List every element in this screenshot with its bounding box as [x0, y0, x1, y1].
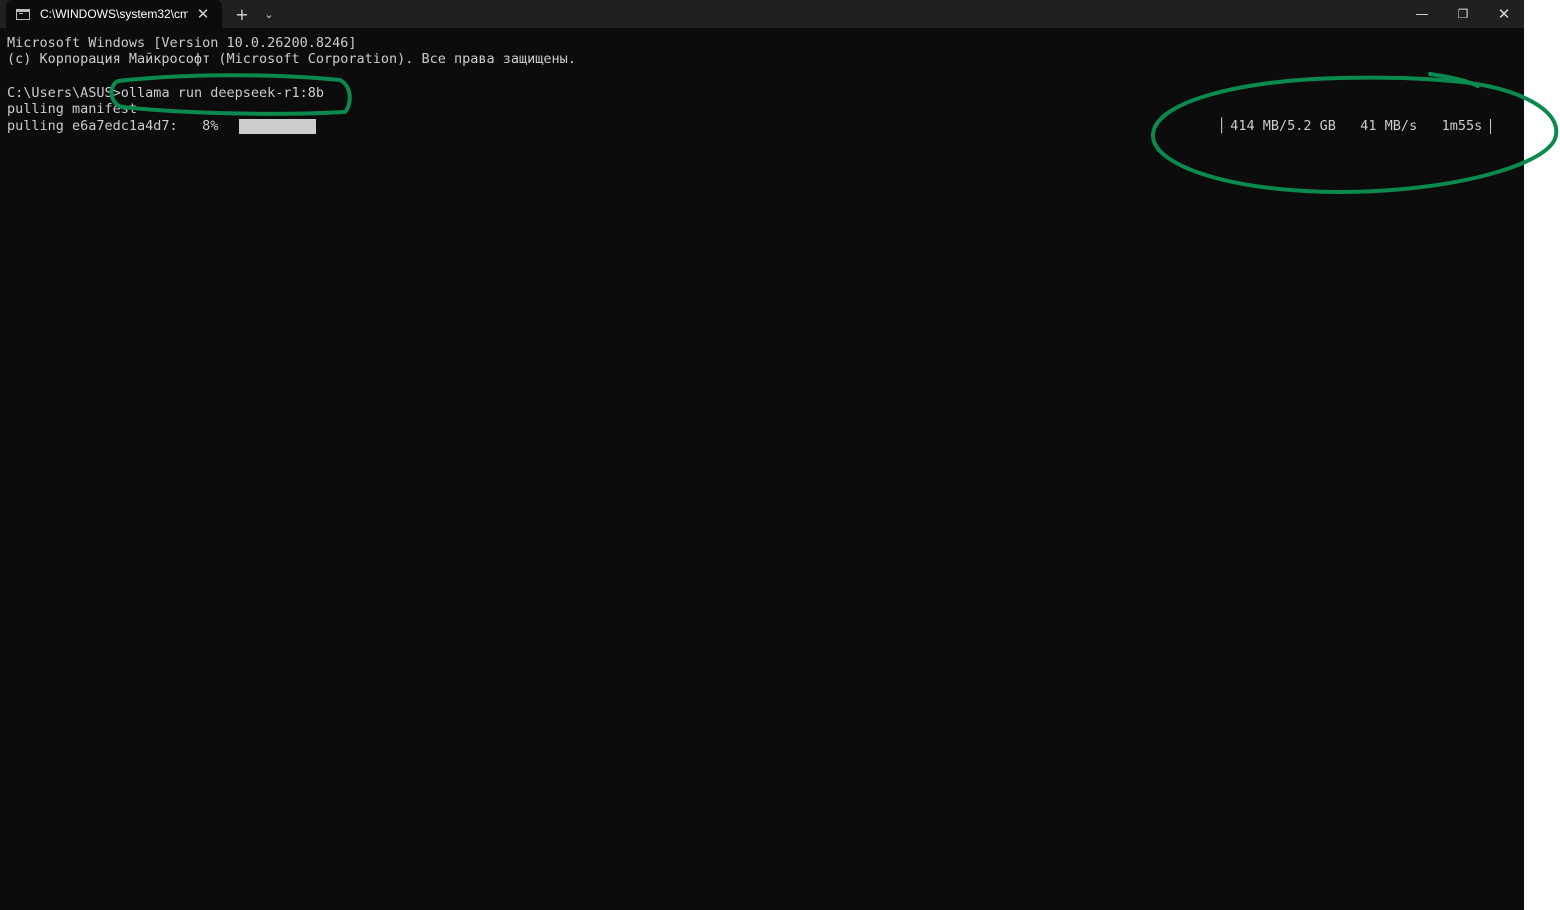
terminal-icon — [16, 8, 30, 20]
terminal-command: >ollama run deepseek-r1:8b — [112, 85, 324, 101]
plus-icon[interactable]: + — [231, 0, 253, 28]
title-bar: C:\WINDOWS\system32\cmd.exe ✕ + ⌄ — ❐ ✕ — [0, 0, 1524, 28]
terminal-line-pulling: pulling e6a7edc1a4d7: 8% — [7, 118, 219, 134]
minimize-icon[interactable]: — — [1400, 0, 1444, 28]
terminal-prompt: C:\Users\ASUS — [7, 85, 113, 101]
terminal-line-version: Microsoft Windows [Version 10.0.26200.82… — [7, 35, 357, 51]
tab-title: C:\WINDOWS\system32\cmd.exe — [40, 7, 188, 21]
restore-icon[interactable]: ❐ — [1441, 0, 1485, 28]
chevron-down-icon[interactable]: ⌄ — [258, 0, 280, 28]
terminal-window: C:\WINDOWS\system32\cmd.exe ✕ + ⌄ — ❐ ✕ … — [0, 0, 1524, 910]
download-progress-bar — [239, 119, 316, 134]
close-icon[interactable]: ✕ — [1482, 0, 1524, 28]
download-stats: ▕ 414 MB/5.2 GB 41 MB/s 1m55s — [1214, 118, 1483, 134]
terminal-cursor — [1490, 119, 1491, 134]
terminal-line-manifest: pulling manifest — [7, 101, 138, 117]
terminal-line-copyright: (c) Корпорация Майкрософт (Microsoft Cor… — [7, 51, 576, 67]
close-icon[interactable]: ✕ — [196, 5, 210, 23]
tab-cmd[interactable]: C:\WINDOWS\system32\cmd.exe ✕ — [6, 0, 222, 28]
download-progress-fill — [239, 119, 316, 134]
terminal-line-command: C:\Users\ASUS>ollama run deepseek-r1:8b — [7, 85, 324, 102]
